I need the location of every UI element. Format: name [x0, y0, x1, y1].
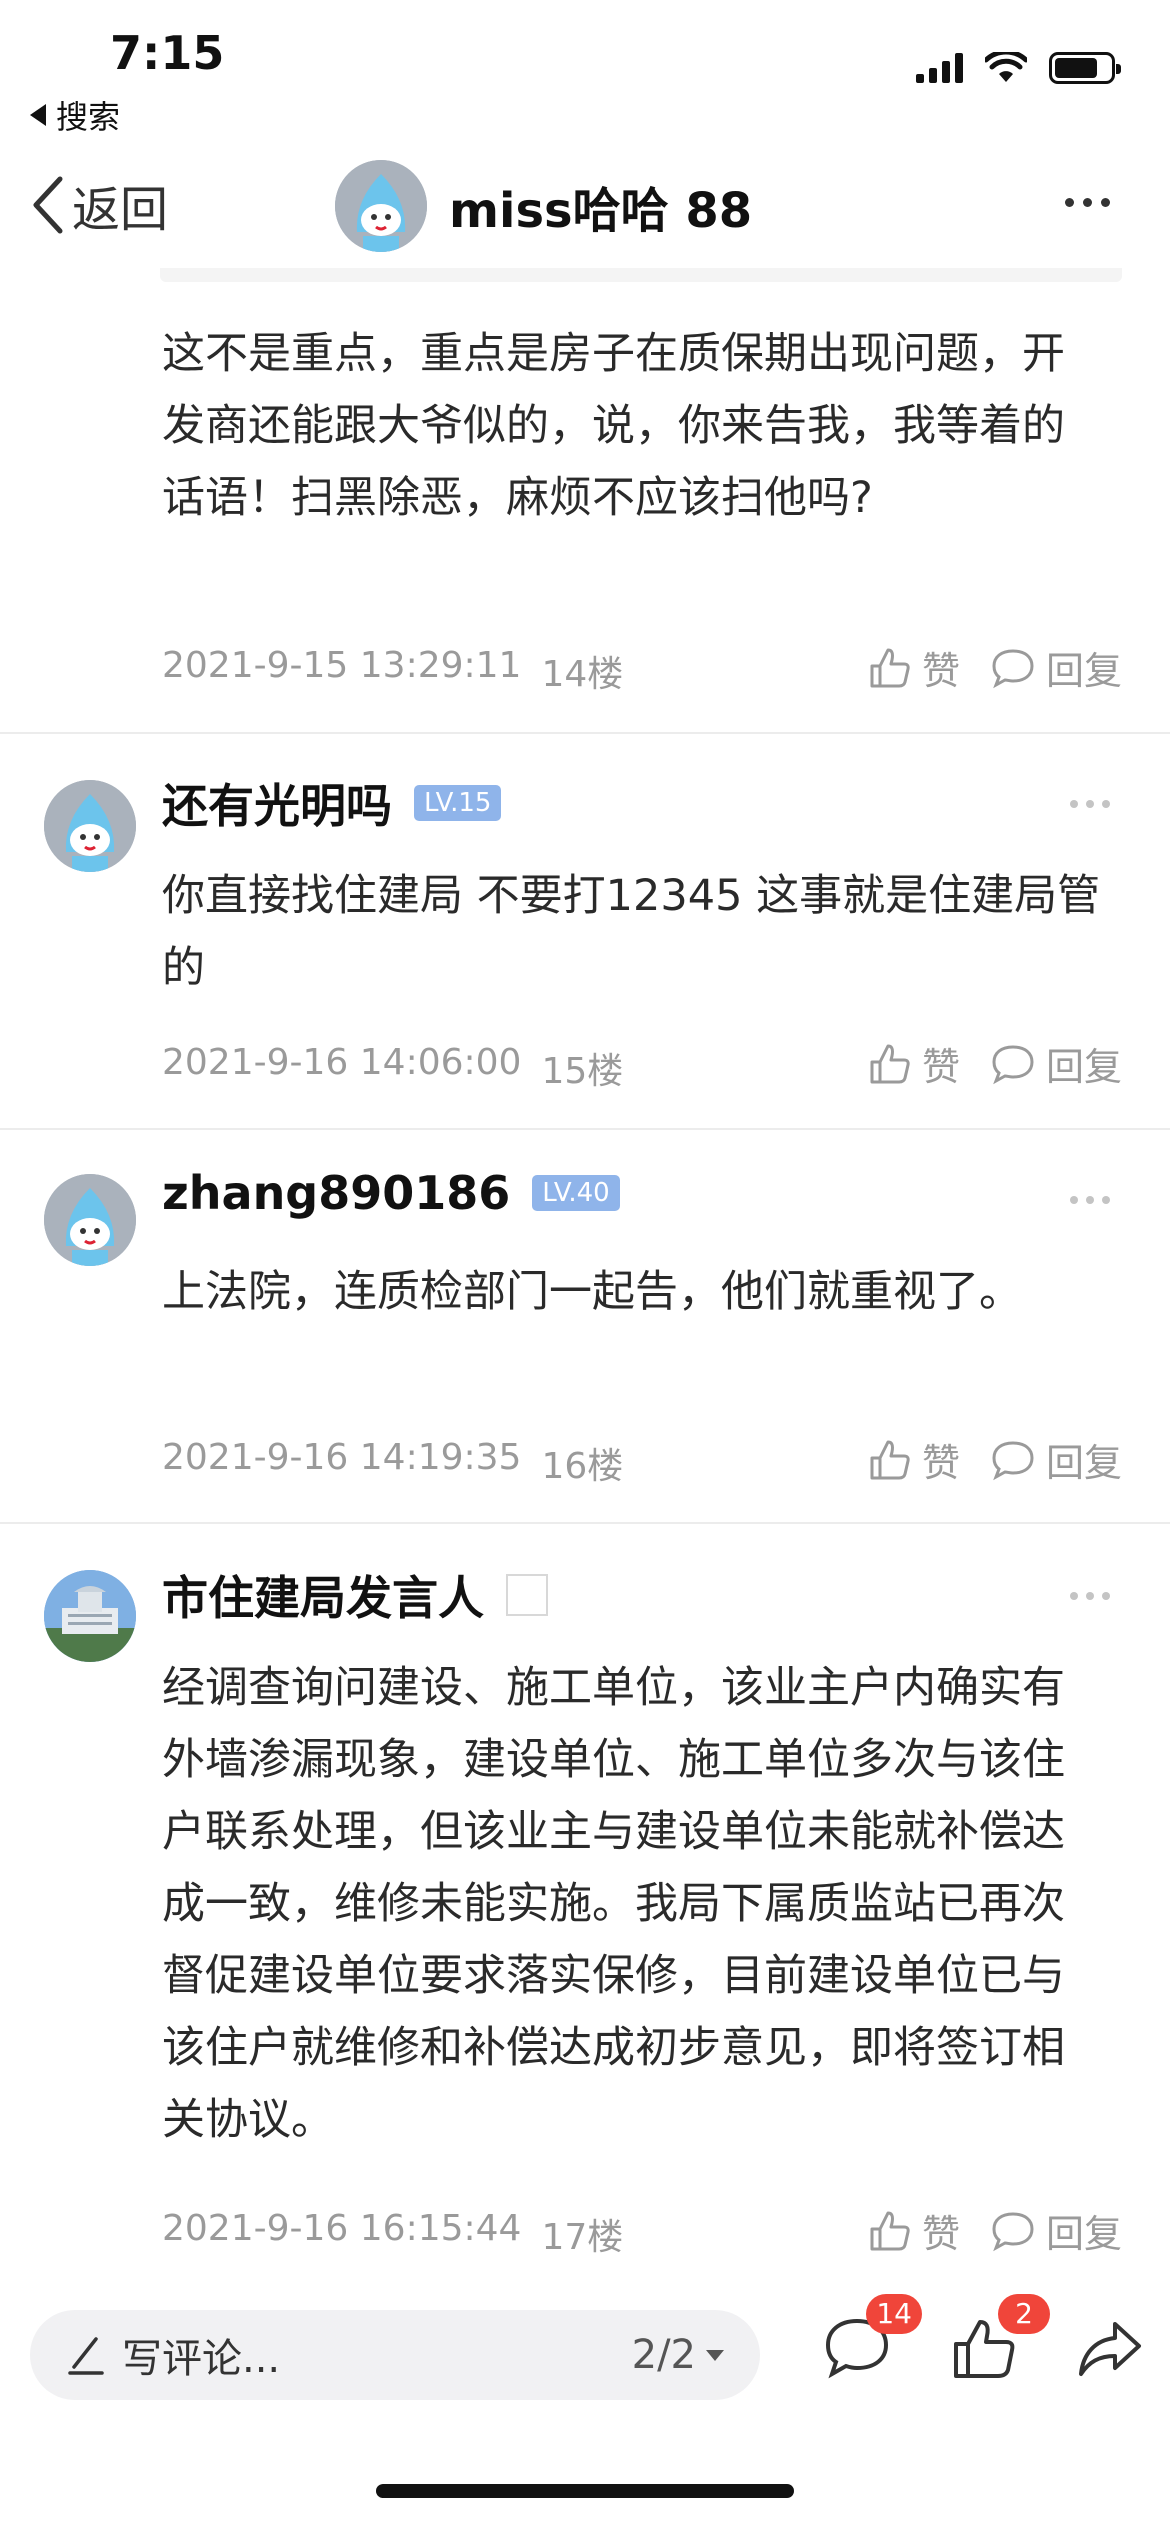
comment-floor: 16楼 [541, 1446, 624, 1487]
comment-floor: 15楼 [541, 1051, 624, 1092]
chat-bubble-icon [992, 1440, 1034, 1480]
comment-more-icon[interactable] [1070, 1592, 1110, 1600]
like-post-button[interactable]: 2 [950, 2294, 1050, 2386]
comment-input-placeholder: 写评论... [122, 2336, 281, 2382]
quoted-post-strip [160, 268, 1122, 282]
comment-floor: 17楼 [541, 2217, 624, 2258]
comments-button[interactable]: 14 [822, 2294, 922, 2386]
nav-bar: 返回 miss哈哈 88 [0, 150, 1170, 265]
comment-text: 这不是重点，重点是房子在质保期出现问题，开发商还能跟大爷似的，说，你来告我，我等… [162, 329, 1065, 523]
wifi-icon [985, 52, 1027, 82]
divider [0, 732, 1170, 734]
cellular-signal-icon [916, 53, 963, 83]
pencil-icon [68, 2337, 104, 2375]
share-button[interactable] [1075, 2316, 1145, 2386]
back-to-app-link[interactable]: 搜索 [30, 92, 120, 138]
back-to-app-label: 搜索 [56, 98, 121, 136]
share-arrow-icon [1079, 2322, 1141, 2376]
page-selector[interactable]: 2/2 [632, 2332, 724, 2378]
reply-button[interactable]: 回复 [990, 2203, 1122, 2258]
comment-more-icon[interactable] [1070, 800, 1110, 808]
comment-text: 你直接找住建局 不要打12345 这事就是住建局管的 [162, 871, 1101, 993]
like-button[interactable]: 赞 [868, 2203, 960, 2258]
commenter-avatar[interactable] [44, 1570, 136, 1662]
comment-time: 2021-9-15 13:29:11 [162, 645, 522, 686]
thumbs-up-icon [870, 2211, 910, 2250]
back-triangle-icon [30, 104, 46, 126]
level-badge: LV.40 [532, 1175, 620, 1211]
thumbs-up-icon [870, 1044, 910, 1083]
comment-time: 2021-9-16 16:15:44 [162, 2208, 522, 2249]
status-bar: 7:15 搜索 [0, 0, 1170, 140]
page-indicator: 2/2 [631, 2332, 696, 2378]
like-count-badge: 2 [998, 2294, 1050, 2334]
status-time: 7:15 [110, 26, 225, 80]
back-button[interactable]: 返回 [30, 170, 168, 240]
level-badge: LV.15 [414, 785, 502, 821]
reply-button[interactable]: 回复 [990, 1432, 1122, 1487]
reply-button[interactable]: 回复 [990, 640, 1122, 695]
commenter-name-row: 市住建局发言人 [162, 1562, 548, 1628]
thumbs-up-icon [870, 1440, 910, 1479]
commenter-name[interactable]: zhang890186 [162, 1166, 510, 1220]
home-indicator[interactable] [376, 2484, 794, 2498]
reply-button[interactable]: 回复 [990, 1036, 1122, 1091]
back-label: 返回 [72, 182, 169, 238]
comment-floor: 14楼 [541, 654, 624, 695]
chevron-left-icon [33, 176, 63, 234]
comment-time: 2021-9-16 14:19:35 [162, 1437, 522, 1478]
commenter-name[interactable]: 市住建局发言人 [162, 1562, 484, 1628]
nav-user[interactable]: miss哈哈 88 [335, 160, 752, 252]
comment-meta: 2021-9-16 14:19:35 16楼 [162, 1437, 623, 1489]
divider [0, 1128, 1170, 1130]
comment-text: 上法院，连质检部门一起告，他们就重视了。 [162, 1267, 1022, 1317]
comment-meta: 2021-9-16 14:06:00 15楼 [162, 1042, 623, 1094]
commenter-name-row: 还有光明吗 LV.15 [162, 770, 502, 836]
comment-count-badge: 14 [866, 2294, 922, 2334]
divider [0, 1522, 1170, 1524]
like-button[interactable]: 赞 [868, 640, 960, 695]
badge-placeholder [506, 1574, 548, 1616]
like-button[interactable]: 赞 [868, 1432, 960, 1487]
comment-actions: 赞 回复 [868, 1432, 1122, 1487]
caret-down-icon [706, 2349, 724, 2361]
status-icons [916, 52, 1121, 84]
comment-more-icon[interactable] [1070, 1196, 1110, 1204]
comment-actions: 赞 回复 [868, 640, 1122, 695]
comment-actions: 赞 回复 [868, 1036, 1122, 1091]
thumbs-up-icon [870, 648, 910, 687]
like-button[interactable]: 赞 [868, 1036, 960, 1091]
avatar[interactable] [335, 160, 427, 252]
commenter-avatar[interactable] [44, 1174, 136, 1266]
nav-title: miss哈哈 88 [449, 183, 753, 239]
comment-meta: 2021-9-15 13:29:11 14楼 [162, 645, 623, 697]
commenter-name[interactable]: 还有光明吗 [162, 770, 392, 836]
comment-meta: 2021-9-16 16:15:44 17楼 [162, 2208, 623, 2260]
commenter-avatar[interactable] [44, 780, 136, 872]
comment-actions: 赞 回复 [868, 2203, 1122, 2258]
more-options-icon[interactable] [1065, 198, 1110, 207]
chat-bubble-icon [992, 1044, 1034, 1084]
comment-text: 经调查询问建设、施工单位，该业主户内确实有外墙渗漏现象，建设单位、施工单位多次与… [162, 1663, 1065, 2145]
chat-bubble-icon [992, 2211, 1034, 2251]
comment-input[interactable]: 写评论... 2/2 [30, 2310, 760, 2400]
commenter-name-row: zhang890186 LV.40 [162, 1166, 620, 1220]
comment-time: 2021-9-16 14:06:00 [162, 1042, 522, 1083]
battery-icon [1049, 52, 1121, 84]
chat-bubble-icon [992, 648, 1034, 688]
